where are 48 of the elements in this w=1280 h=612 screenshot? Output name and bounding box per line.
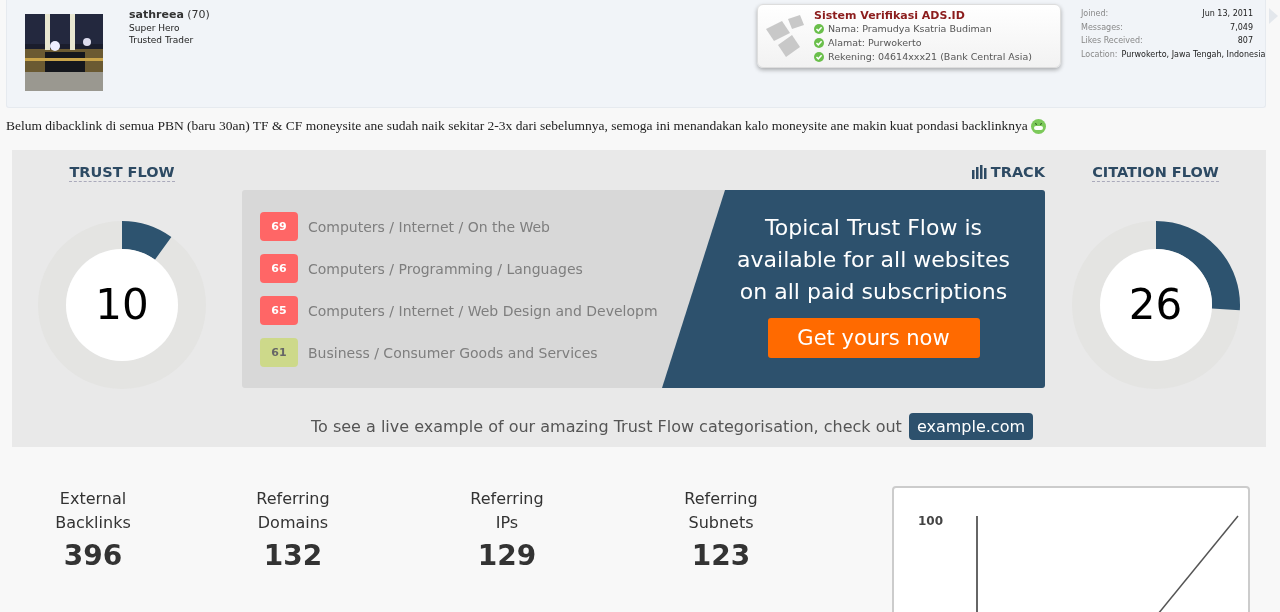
stat-value: Purwokerto, Jawa Tengah, Indonesia (1121, 48, 1266, 61)
stat-label: Likes Received: (1081, 35, 1143, 47)
gauge-fill (121, 221, 171, 261)
stat-value: 807 (1237, 35, 1253, 47)
topic-label: Computers / Internet / Web Design and Developm (308, 302, 658, 319)
example-note: To see a live example of our amazing Trust Flow categorisation, check out (310, 417, 902, 436)
topic-label: Computers / Programming / Languages (308, 260, 583, 277)
logo-icon (766, 15, 806, 57)
trust-flow-title[interactable]: TRUST FLOW (69, 163, 175, 182)
topic-score: 66 (260, 254, 298, 283)
verification-item: Rekening: 04614xxx21 (Bank Central Asia) (828, 50, 1032, 64)
verification-item: Alamat: Purwokerto (828, 36, 922, 50)
topic-label: Business / Consumer Goods and Services (308, 344, 598, 361)
verification-title: Sistem Verifikasi ADS.ID (814, 9, 966, 22)
gauge-value: 10 (94, 279, 150, 331)
check-icon (814, 24, 824, 34)
stat-label: Location: (1081, 48, 1118, 61)
username[interactable]: sathreea (70) (129, 8, 210, 22)
metric-label: External Backlinks (54, 488, 132, 534)
gauge-value: 26 (1127, 279, 1184, 331)
stat-label: Joined: (1081, 8, 1109, 20)
example-link[interactable]: example.com (908, 413, 1033, 440)
topic-score: 65 (260, 296, 298, 325)
metric-label: Referring Domains (255, 488, 331, 534)
metric-value: 123 (691, 539, 751, 572)
citation-flow-title[interactable]: CITATION FLOW (1092, 163, 1219, 182)
axis-tick-label: 100 (918, 514, 944, 528)
stat-value: 7,049 (1230, 21, 1253, 34)
metric-label: Referring Subnets (683, 488, 759, 534)
user-title: Super Hero (129, 22, 181, 34)
topic-score: 61 (260, 338, 298, 367)
metric-value: 132 (263, 539, 323, 572)
post-text: Belum dibacklink di semua PBN (baru 30an) TF & CF moneysite ane sudah naik sekitar 2-3x dari sebelumnya, semoga ini menandakan kalo moneysite ane makin kuat pondasi backlinknya (6, 118, 1028, 134)
topic-label: Computers / Internet / On the Web (308, 218, 550, 235)
stat-value: Jun 13, 2011 (1202, 8, 1253, 20)
user-title: Trusted Trader (129, 34, 195, 46)
metric-value: 396 (63, 539, 123, 572)
bar-chart-icon (971, 165, 987, 179)
stat-label: Messages: (1081, 21, 1123, 34)
check-icon (814, 38, 824, 48)
grin-emoji-icon (1030, 118, 1046, 134)
metric-value: 129 (477, 539, 537, 572)
promo-text: Topical Trust Flow is available for all websites on all paid subscriptions (736, 214, 1011, 306)
metric-label: Referring IPs (469, 488, 545, 534)
verification-item: Nama: Pramudya Ksatria Budiman (828, 22, 992, 36)
check-icon (814, 52, 824, 62)
topic-score: 69 (260, 212, 298, 241)
track-link[interactable]: TRACK (971, 163, 1045, 181)
